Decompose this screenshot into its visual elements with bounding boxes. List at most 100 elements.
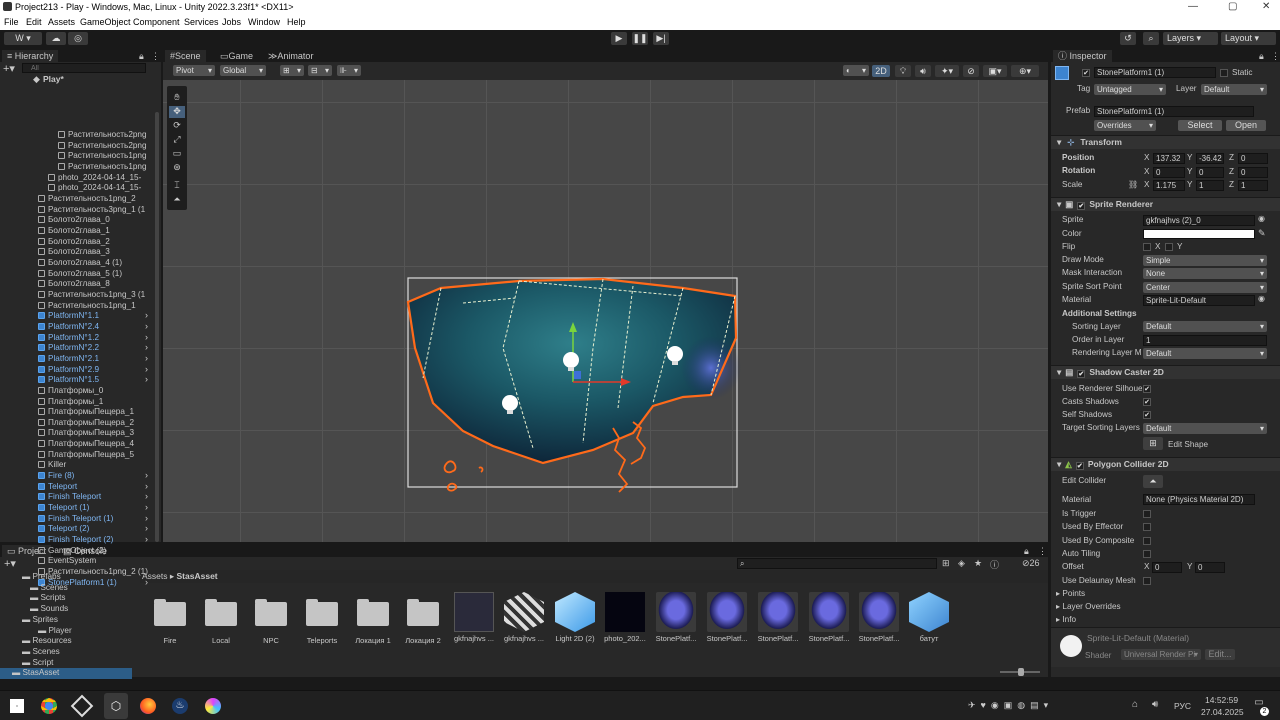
asset-item[interactable]: gkfnajhvs ... xyxy=(500,592,548,643)
asset-item[interactable]: StonePlatf... xyxy=(652,592,700,643)
chevron-right-icon[interactable]: › xyxy=(145,342,148,352)
hierarchy-item[interactable]: Растительность1png_1 xyxy=(38,301,150,312)
polygon-collider-header[interactable]: ▾ ◭ ✔ Polygon Collider 2D xyxy=(1051,457,1280,471)
asset-item[interactable]: Light 2D (2) xyxy=(551,592,599,643)
asset-item[interactable]: Локация 1 xyxy=(349,592,397,645)
offset-y-field[interactable]: 0 xyxy=(1195,562,1225,573)
hierarchy-item[interactable]: ПлатформыПещера_4 xyxy=(38,439,150,450)
menu-window[interactable]: Window xyxy=(248,17,280,27)
menu-gameobject[interactable]: GameObject xyxy=(80,17,131,27)
minimize-icon[interactable]: — xyxy=(1188,1,1198,12)
chevron-right-icon[interactable]: › xyxy=(145,364,148,374)
hierarchy-item[interactable]: PlatformN°2.2 xyxy=(38,343,150,354)
sprite-renderer-checkbox[interactable]: ✔ xyxy=(1077,202,1086,210)
asset-item[interactable]: gkfnajhvs ... xyxy=(450,592,498,643)
hierarchy-item[interactable]: Растительность1png_2 xyxy=(38,194,150,205)
hierarchy-item[interactable]: PlatformN°2.9 xyxy=(38,365,150,376)
history-icon[interactable]: ↺ xyxy=(1120,32,1136,45)
hierarchy-item[interactable]: Растительность1png xyxy=(58,162,150,173)
position-z-axis-label[interactable]: Z xyxy=(1229,152,1234,164)
hierarchy-item[interactable]: Болото2глава_2 xyxy=(38,237,150,248)
stone-platform-sprite[interactable] xyxy=(163,48,1048,542)
close-icon[interactable]: ✕ xyxy=(1262,1,1270,12)
clock-time[interactable]: 14:52:59 xyxy=(1205,695,1238,705)
active-checkbox[interactable]: ✔ xyxy=(1082,69,1090,77)
hierarchy-item[interactable]: Платформы_1 xyxy=(38,397,150,408)
hierarchy-item[interactable]: PlatformN°1.1 xyxy=(38,311,150,322)
hierarchy-item[interactable]: Растительность3png_1 (1 xyxy=(38,205,150,216)
delaunay-checkbox[interactable] xyxy=(1143,577,1151,585)
overrides-dropdown[interactable]: Overrides xyxy=(1094,120,1156,131)
hierarchy-item[interactable]: Teleport (1) xyxy=(38,503,150,514)
chevron-right-icon[interactable]: › xyxy=(145,577,148,587)
prefab-field[interactable]: StonePlatform1 (1) xyxy=(1094,106,1254,117)
menu-assets[interactable]: Assets xyxy=(48,17,75,27)
maximize-icon[interactable]: ▢ xyxy=(1228,1,1237,12)
hierarchy-item[interactable]: Болото2глава_8 xyxy=(38,279,150,290)
position-z-field[interactable]: 0 xyxy=(1238,153,1268,164)
edit-shape-icon[interactable]: ⊞ xyxy=(1143,437,1163,450)
clock-date[interactable]: 27.04.2025 xyxy=(1201,707,1244,717)
hierarchy-item[interactable]: Болото2глава_1 xyxy=(38,226,150,237)
layout-dropdown[interactable]: Layout ▾ xyxy=(1221,32,1276,45)
asset-item[interactable]: NPC xyxy=(247,592,295,645)
rotation-y-field[interactable]: 0 xyxy=(1196,167,1224,178)
hierarchy-item[interactable]: Teleport (2) xyxy=(38,524,150,535)
volume-icon[interactable]: 🔊︎ xyxy=(1152,699,1158,710)
menu-services[interactable]: Services xyxy=(184,17,219,27)
project-tree-item[interactable]: ▬ Scenes xyxy=(22,647,132,658)
lock-icon[interactable]: 🔒︎ xyxy=(1259,51,1264,62)
hierarchy-item[interactable]: Fire (8) xyxy=(38,471,150,482)
asset-item[interactable]: батут xyxy=(905,592,953,643)
sprite-row-value[interactable]: Simple xyxy=(1143,255,1267,266)
sprite-row-value[interactable]: Sprite-Lit-Default xyxy=(1143,295,1255,306)
shader-edit-button[interactable]: Edit... xyxy=(1205,649,1235,660)
rotation-y-axis-label[interactable]: Y xyxy=(1187,166,1192,178)
eyedropper-icon[interactable]: ✎ xyxy=(1258,228,1266,239)
network-icon[interactable]: ⌂ xyxy=(1132,699,1138,710)
sprite-renderer-header[interactable]: ▾ ▣ ✔ Sprite Renderer xyxy=(1051,197,1280,211)
zoom-slider-handle[interactable] xyxy=(1018,668,1024,676)
hierarchy-item[interactable]: PlatformN°1.5 xyxy=(38,375,150,386)
asset-item[interactable]: StonePlatf... xyxy=(805,592,853,643)
scale-z-field[interactable]: 1 xyxy=(1238,180,1268,191)
additional-settings-label[interactable]: Additional Settings xyxy=(1062,308,1137,320)
unity-hub-icon[interactable] xyxy=(70,694,94,718)
scale-y-axis-label[interactable]: Y xyxy=(1187,179,1192,191)
scale-y-field[interactable]: 1 xyxy=(1196,180,1224,191)
chevron-right-icon[interactable]: › xyxy=(145,353,148,363)
position-x-axis-label[interactable]: X xyxy=(1144,152,1149,164)
asset-item[interactable]: Teleports xyxy=(298,592,346,645)
zoom-slider[interactable] xyxy=(1000,668,1040,676)
project-tree-item[interactable]: ▬ Resources xyxy=(22,636,132,647)
hierarchy-item[interactable]: EventSystem xyxy=(38,556,150,567)
collab-icon[interactable]: ◎ xyxy=(68,32,88,45)
step-button[interactable]: ▶| xyxy=(653,32,669,45)
tab-inspector[interactable]: ⓘ Inspector xyxy=(1053,50,1112,62)
used-by-effector-checkbox[interactable] xyxy=(1143,523,1151,531)
offset-x-field[interactable]: 0 xyxy=(1152,562,1182,573)
is-trigger-checkbox[interactable] xyxy=(1143,510,1151,518)
target-sorting-layers-dropdown[interactable]: Default xyxy=(1143,423,1267,434)
casts-shadows-checkbox[interactable]: ✔ xyxy=(1143,398,1151,406)
start-icon[interactable] xyxy=(10,699,24,713)
chevron-right-icon[interactable]: › xyxy=(145,470,148,480)
language-indicator[interactable]: РУС xyxy=(1174,701,1191,711)
pause-button[interactable]: ❚❚ xyxy=(632,32,648,45)
hierarchy-item[interactable]: Растительность2png xyxy=(58,141,150,152)
use-renderer-silhouette-checkbox[interactable]: ✔ xyxy=(1143,385,1151,393)
info-foldout[interactable]: ▸ Info xyxy=(1056,614,1076,626)
scale-z-axis-label[interactable]: Z xyxy=(1229,179,1234,191)
object-picker-icon[interactable]: ◉ xyxy=(1258,214,1265,223)
rendering-layer-dropdown[interactable]: Default xyxy=(1143,348,1267,359)
play-button[interactable]: ▶ xyxy=(611,32,627,45)
project-tree-item[interactable]: ▬ Player xyxy=(38,626,132,637)
position-y-field[interactable]: -36.42 xyxy=(1196,153,1224,164)
chevron-right-icon[interactable]: › xyxy=(145,332,148,342)
layer-dropdown[interactable]: Default xyxy=(1201,84,1267,95)
favorites-icon[interactable]: ★ xyxy=(974,558,982,569)
asset-item[interactable]: photo_202... xyxy=(601,592,649,643)
hierarchy-item[interactable]: ПлатформыПещера_5 xyxy=(38,450,150,461)
shadow-caster-header[interactable]: ▾ ▤ ✔ Shadow Caster 2D xyxy=(1051,365,1280,379)
sprite-row-value[interactable]: Center xyxy=(1143,282,1267,293)
